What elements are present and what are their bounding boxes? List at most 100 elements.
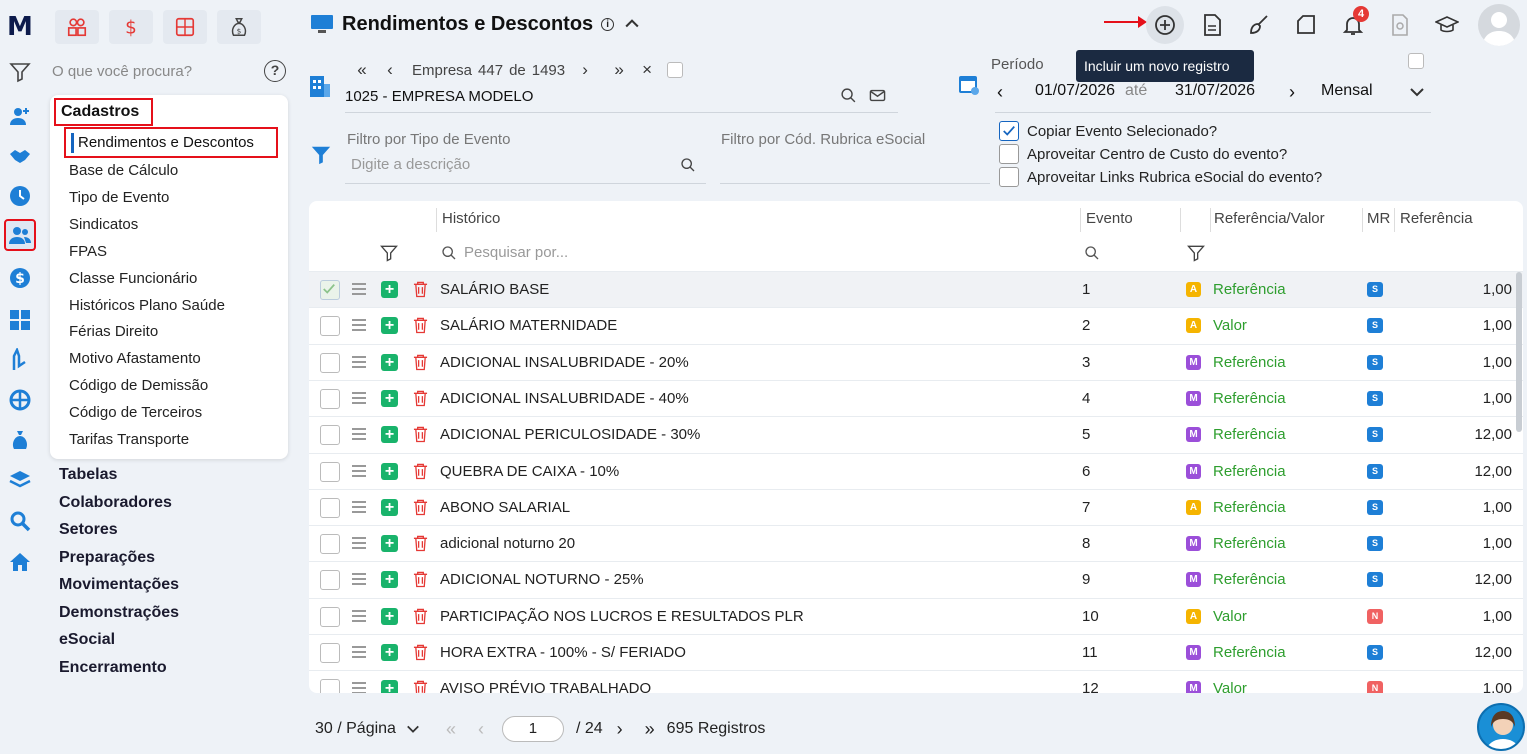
trash-icon[interactable] [413,679,428,693]
trash-icon[interactable] [413,643,428,666]
periodo-checkbox[interactable] [1408,53,1424,69]
drag-handle-icon[interactable] [352,609,366,625]
drag-handle-icon[interactable] [352,537,366,552]
dollar-icon[interactable]: $ [4,262,36,294]
periodo-start[interactable]: 01/07/2026 [1035,82,1115,100]
menu-item[interactable]: Classe Funcionário [69,270,197,287]
row-checkbox[interactable] [320,425,340,446]
prev-period-button[interactable]: ‹ [997,82,1003,103]
add-row-icon[interactable]: + [381,317,398,335]
add-row-icon[interactable]: + [381,281,398,298]
option-copiar[interactable]: Copiar Evento Selecionado? [999,121,1217,141]
search-icon[interactable] [4,505,36,537]
last-page-button[interactable]: » [645,719,655,740]
filter-icon[interactable] [4,56,36,88]
trash-icon[interactable] [413,316,428,339]
users-icon[interactable] [4,219,36,251]
people-icon[interactable] [55,10,99,44]
menu-item[interactable]: Tarifas Transporte [69,431,189,448]
row-checkbox[interactable] [320,461,340,482]
home-icon[interactable] [4,546,36,578]
filter-tipo-input[interactable]: Digite a descrição [351,156,470,173]
search-icon[interactable] [680,157,696,173]
add-row-icon[interactable]: + [381,571,398,589]
report-search-button[interactable] [1381,6,1419,44]
help-icon[interactable]: ? [264,60,286,82]
hand-money-icon[interactable] [4,344,36,376]
menu-section[interactable]: eSocial [59,631,115,649]
drag-handle-icon[interactable] [352,428,366,443]
info-icon[interactable]: i [601,17,615,31]
table-row[interactable]: + ADICIONAL NOTURNO - 25% 9 M Referência S 12,… [309,561,1523,597]
add-row-icon[interactable]: + [381,607,398,625]
add-row-icon[interactable]: + [381,462,398,480]
row-checkbox[interactable] [320,388,340,409]
drag-handle-icon[interactable] [352,319,366,334]
user-plus-icon[interactable] [4,100,36,132]
col-evento[interactable]: Evento [1086,210,1133,227]
copy-button[interactable] [1287,6,1325,44]
menu-item[interactable]: Tipo de Evento [69,189,169,206]
empresa-checkbox[interactable] [667,62,684,78]
menu-section[interactable]: Demonstrações [59,604,179,622]
layers-icon[interactable] [4,464,36,496]
empresa-field[interactable]: 1025 - EMPRESA MODELO [345,84,898,113]
table-row[interactable]: + ABONO SALARIAL 7 A Referência S 1,00 [309,488,1523,525]
drag-handle-icon[interactable] [352,355,366,371]
handshake-icon[interactable] [4,140,36,172]
next-period-button[interactable]: › [1289,82,1295,103]
table-search-input[interactable]: Pesquisar por... [464,244,568,261]
option-centro-custo[interactable]: Aproveitar Centro de Custo do evento? [999,144,1287,164]
add-row-icon[interactable]: + [381,535,398,553]
option-links-rubrica[interactable]: Aproveitar Links Rubrica eSocial do even… [999,167,1322,187]
page-input[interactable]: 1 [501,716,564,742]
col-referencia[interactable]: Referência [1400,210,1473,227]
trash-icon[interactable] [413,462,428,485]
row-checkbox[interactable] [320,570,340,591]
clean-button[interactable] [1240,6,1278,44]
training-button[interactable] [1428,6,1466,44]
menu-item-rendimentos[interactable]: Rendimentos e Descontos [64,127,278,158]
row-checkbox[interactable] [320,679,340,693]
table-row[interactable]: + ADICIONAL PERICULOSIDADE - 30% 5 M Referên… [309,416,1523,452]
menu-item[interactable]: Férias Direito [69,323,158,340]
menu-item[interactable]: Código de Demissão [69,377,208,394]
col-referencia-valor[interactable]: Referência/Valor [1214,210,1325,227]
add-row-icon[interactable]: + [381,498,398,516]
row-checkbox[interactable] [320,534,340,555]
table-row[interactable]: + QUEBRA DE CAIXA - 10% 6 M Referência S 12,00 [309,452,1523,489]
periodo-end[interactable]: 31/07/2026 [1175,82,1255,100]
chevron-up-icon[interactable] [622,14,642,34]
network-icon[interactable] [4,384,36,416]
trash-icon[interactable] [413,353,428,376]
menu-section[interactable]: Movimentações [59,576,179,594]
menu-item[interactable]: Históricos Plano Saúde [69,297,225,314]
add-record-button[interactable] [1146,6,1184,44]
dollar-icon[interactable]: $ [109,10,153,44]
last-empresa-button[interactable]: » [605,60,633,80]
first-page-button[interactable]: « [446,719,456,740]
add-row-icon[interactable]: + [381,680,398,693]
trash-icon[interactable] [413,534,428,557]
search-icon[interactable] [1084,245,1100,261]
search-input[interactable]: O que você procura? [52,63,192,80]
table-row[interactable]: + adicional noturno 20 8 M Referência S 1,00 [309,525,1523,561]
drag-handle-icon[interactable] [352,391,366,407]
option-checkbox[interactable] [999,167,1019,187]
table-row[interactable]: + ADICIONAL INSALUBRIDADE - 20% 3 M Referênc… [309,343,1523,380]
row-checkbox[interactable] [320,316,340,337]
menu-section[interactable]: Tabelas [59,466,117,484]
row-checkbox[interactable] [320,352,340,373]
next-page-button[interactable]: › [617,719,623,740]
option-checkbox[interactable] [999,144,1019,164]
filter-icon[interactable] [379,243,399,263]
page-size-select[interactable]: 30 / Página [315,720,396,738]
chevron-down-icon[interactable] [1409,84,1425,100]
search-icon[interactable] [840,87,857,104]
row-checkbox[interactable] [320,280,340,300]
menu-item[interactable]: Motivo Afastamento [69,350,201,367]
add-row-icon[interactable]: + [381,644,398,661]
menu-section-cadastros[interactable]: Cadastros [54,98,153,126]
drag-handle-icon[interactable] [352,646,366,661]
global-search[interactable]: O que você procura? ? [52,60,288,84]
